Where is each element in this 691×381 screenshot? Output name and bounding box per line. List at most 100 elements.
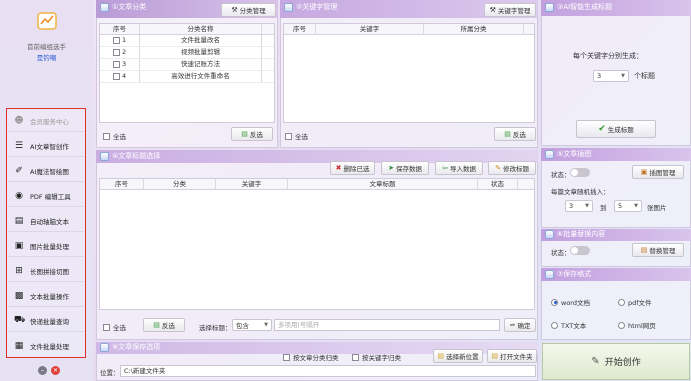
format-option-txt[interactable]: TXT文本 <box>551 320 586 330</box>
start-button[interactable]: ✎ 开始创作 <box>542 343 690 380</box>
replace-manage-button[interactable]: ▤ 替换管理 <box>632 243 684 257</box>
keyword-invert-button[interactable]: ▤ 反选 <box>494 127 536 141</box>
format-option-pdf[interactable]: pdf文件 <box>618 297 652 307</box>
sidebar-item-auto-text[interactable]: ▤ 自动轴脑文本 <box>8 210 84 232</box>
open-folder-button[interactable]: ▤ 打开文件夹 <box>487 349 537 363</box>
sidebar-item-label: 快递批量查询 <box>30 317 69 326</box>
select-all-checkbox[interactable] <box>285 132 292 140</box>
import-data-button[interactable]: ⇦ 导入数据 <box>435 161 483 175</box>
category-invert-button[interactable]: ▤ 反选 <box>231 127 273 141</box>
sidebar-item-text-batch[interactable]: ▩ 文本批量操作 <box>8 285 84 307</box>
save-data-button[interactable]: ➤ 保存数据 <box>381 161 429 175</box>
radio-button[interactable] <box>618 298 625 306</box>
title-select-panel-title: ④文章标题选择 <box>100 151 160 161</box>
sidebar-item-label: AI魔法智绘图 <box>30 167 69 176</box>
keyword-icon <box>284 2 293 12</box>
sidebar-item-ai-draw[interactable]: ✐ AI魔法智绘图 <box>8 160 84 182</box>
keyword-select-all[interactable]: 全选 <box>285 131 308 141</box>
table-row[interactable]: 2 视频批量剪辑 <box>100 47 274 59</box>
replace-panel-title: ⑥批量替换内容 <box>545 229 605 239</box>
table-cell: 快速记账方法 <box>140 59 262 70</box>
image-insert-toggle[interactable] <box>570 168 590 177</box>
sidebar-item-ai-article[interactable]: ☰ AI文章智创作 <box>8 135 84 157</box>
count-unit: 个标题 <box>634 72 655 80</box>
picture-icon <box>545 149 554 159</box>
sidebar-item-label: 会员服务中心 <box>30 117 69 126</box>
image-manage-button[interactable]: ▣ 插图管理 <box>632 165 684 179</box>
location-input[interactable]: C:\新建文件夹 <box>120 365 536 377</box>
image-to-select[interactable]: 5 ▼ <box>614 200 642 212</box>
random-insert-label: 每篇文章随机插入： <box>551 188 610 196</box>
replace-toggle[interactable] <box>570 246 590 255</box>
category-select-all[interactable]: 全选 <box>103 131 126 141</box>
sidebar-item-pdf[interactable]: ◉ PDF 编辑工具 <box>8 185 84 207</box>
location-label: 位置： <box>100 369 120 377</box>
chevron-down-icon: ▼ <box>264 322 268 328</box>
filter-input[interactable]: 多项用|号隔开 <box>274 319 500 331</box>
crop-icon: ⊞ <box>15 265 23 276</box>
import-icon: ⇦ <box>442 164 448 172</box>
radio-button[interactable] <box>551 321 558 329</box>
select-all-checkbox[interactable] <box>103 323 110 331</box>
table-cell: 文件批量改名 <box>140 35 262 46</box>
sidebar-item-member-center[interactable]: ☻ 会员服务中心 <box>8 110 84 132</box>
delete-selected-button[interactable]: ✖ 删除已选 <box>330 161 375 175</box>
save-by-category[interactable]: 按文章分类归类 <box>283 352 339 362</box>
checkbox[interactable] <box>283 353 290 361</box>
keyword-panel-title: ②关键字管理 <box>284 2 337 12</box>
image-unit-label: 张图片 <box>647 204 667 212</box>
replace-icon: ▤ <box>640 246 648 254</box>
open-folder-icon: ▤ <box>491 352 499 360</box>
select-all-checkbox[interactable] <box>103 132 110 140</box>
sidebar-item-long-image[interactable]: ⊞ 长图拼接切图 <box>8 260 84 282</box>
filter-mode-select[interactable]: 包含 ▼ <box>232 319 272 331</box>
choose-location-button[interactable]: ▤ 选择新位置 <box>433 349 483 363</box>
edit-title-button[interactable]: ✎ 修改标题 <box>488 161 536 175</box>
chevron-down-icon: ▼ <box>621 73 625 79</box>
col-category: 分类 <box>144 179 216 189</box>
generate-title-button[interactable]: ✔ 生成标题 <box>576 120 656 138</box>
save-icon: ➤ <box>388 164 394 172</box>
user-name[interactable]: 是钓嘲 <box>0 52 93 62</box>
row-checkbox[interactable] <box>112 72 120 80</box>
sidebar-item-image-batch[interactable]: ▣ 图片批量处理 <box>8 235 84 257</box>
chevron-down-icon: ▼ <box>585 203 589 209</box>
to-label: 到 <box>600 204 607 212</box>
table-row[interactable]: 1 文件批量改名 <box>100 35 274 47</box>
radio-button[interactable] <box>618 321 625 329</box>
keyword-manage-button[interactable]: ⚒ 关键字管理 <box>484 3 536 17</box>
col-name: 分类名称 <box>140 24 262 34</box>
truck-icon: ⛟ <box>14 315 26 325</box>
table-row[interactable]: 4 高效进行文件重命名 <box>100 71 274 83</box>
row-checkbox[interactable] <box>112 36 120 44</box>
row-checkbox[interactable] <box>112 48 120 56</box>
category-panel-title: ①文章分类 <box>100 2 146 12</box>
col-no: 序号 <box>284 24 316 34</box>
col-no: 序号 <box>100 24 140 34</box>
row-checkbox[interactable] <box>112 60 120 68</box>
title-select-all[interactable]: 全选 <box>103 322 126 332</box>
pen-icon: ✎ <box>591 356 600 367</box>
sidebar-item-file-batch[interactable]: ▦ 文件批量处理 <box>8 335 84 357</box>
app-name: 首前编组选手 <box>27 43 66 51</box>
close-icon: ✖ <box>335 164 342 172</box>
checkbox[interactable] <box>352 353 359 361</box>
close-button[interactable]: ✕ <box>51 366 60 375</box>
confirm-button[interactable]: ➦ 确定 <box>504 318 536 332</box>
sidebar-item-express[interactable]: ⛟ 快递批量查询 <box>8 310 84 332</box>
minimize-button[interactable]: – <box>38 366 47 375</box>
title-invert-button[interactable]: ▤ 反选 <box>143 318 185 332</box>
format-option-word[interactable]: word文档 <box>551 297 590 307</box>
replace-icon <box>545 229 554 239</box>
category-manage-button[interactable]: ⚒ 分类管理 <box>221 3 276 17</box>
title-count-select[interactable]: 3 ▼ <box>593 70 629 82</box>
format-option-html[interactable]: html网页 <box>618 320 656 330</box>
radio-button[interactable] <box>551 298 558 306</box>
save-by-keyword[interactable]: 按关键字归类 <box>352 352 401 362</box>
image-from-select[interactable]: 3 ▼ <box>565 200 593 212</box>
table-row[interactable]: 3 快速记账方法 <box>100 59 274 71</box>
image-status-label: 状态： <box>551 171 571 179</box>
ai-icon <box>545 2 554 12</box>
keyword-table: 序号 关键字 所属分类 <box>283 23 535 123</box>
title-icon <box>100 151 109 161</box>
